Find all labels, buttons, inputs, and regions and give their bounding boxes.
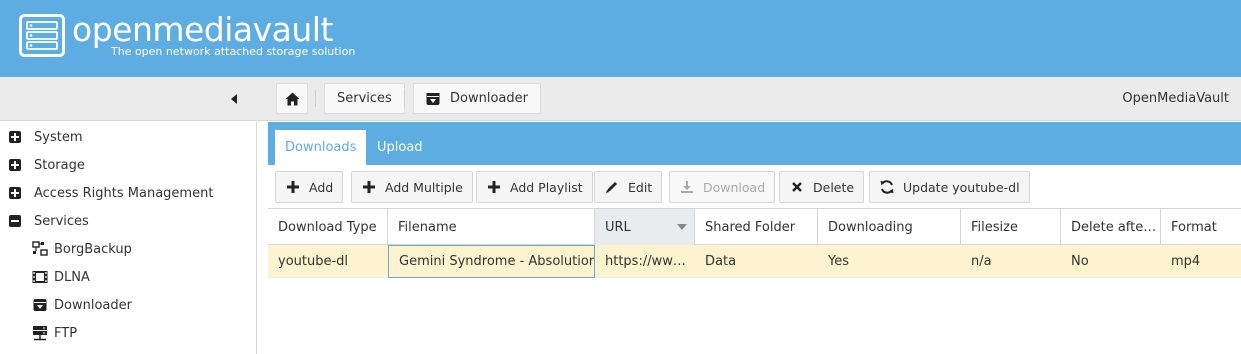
- add-playlist-button[interactable]: Add Playlist: [476, 171, 593, 203]
- download-button-label: Download: [703, 179, 766, 195]
- plus-icon: [486, 179, 502, 195]
- borgbackup-icon: [32, 241, 48, 257]
- openmediavault-logo-icon: [19, 14, 65, 57]
- table-cell: n/a: [971, 254, 992, 269]
- expand-icon: [9, 187, 21, 199]
- column-header-downloading[interactable]: Downloading: [818, 209, 961, 245]
- collapse-sidebar-button[interactable]: [224, 89, 244, 109]
- chevron-down-icon: [677, 224, 687, 230]
- plus-icon: [361, 179, 377, 195]
- delete-button[interactable]: Delete: [779, 171, 865, 203]
- column-header-shared-folder[interactable]: Shared Folder: [695, 209, 818, 245]
- caret-left-icon: [231, 94, 237, 104]
- column-header-download-type[interactable]: Download Type: [268, 209, 388, 245]
- breadcrumb-downloader[interactable]: Downloader: [413, 83, 541, 114]
- edit-button[interactable]: Edit: [594, 171, 663, 203]
- tab-upload-label: Upload: [377, 140, 423, 155]
- column-header-label: Filesize: [971, 219, 1018, 235]
- main-panel: Downloads Upload Add Add Multiple Add Pl…: [268, 122, 1241, 354]
- table-header: Download Type Filename URL Shared Folder…: [268, 209, 1241, 245]
- download-box-icon: [32, 297, 48, 313]
- table-cell: Yes: [828, 254, 849, 269]
- sidebar-item-label: Downloader: [54, 297, 132, 313]
- column-header-label: Shared Folder: [705, 219, 796, 235]
- sidebar-item-label: Services: [34, 213, 89, 229]
- tab-bar: Downloads Upload: [268, 122, 1241, 165]
- column-header-label: Filename: [398, 219, 457, 235]
- download-button[interactable]: Download: [669, 171, 776, 203]
- sidebar-item-label: BorgBackup: [54, 241, 132, 257]
- app-title: openmediavault: [72, 10, 333, 49]
- column-header-delete-after[interactable]: Delete afte…: [1061, 209, 1161, 245]
- table-cell: youtube-dl: [278, 254, 349, 269]
- sidebar-item-dlna[interactable]: DLNA: [0, 263, 256, 291]
- server-icon: [32, 325, 48, 341]
- sidebar-item-label: FTP: [54, 325, 78, 341]
- table-cell: mp4: [1171, 254, 1201, 269]
- sidebar-item-access-rights-management[interactable]: Access Rights Management: [0, 179, 256, 207]
- pencil-icon: [604, 179, 620, 195]
- add-multiple-button-label: Add Multiple: [385, 179, 463, 195]
- app-subtitle: The open network attached storage soluti…: [111, 45, 356, 58]
- download-icon: [679, 179, 695, 195]
- table-row[interactable]: youtube-dl Gemini Syndrome - Absolution …: [268, 245, 1241, 278]
- sidebar: System Storage Access Rights Management …: [0, 122, 257, 354]
- download-box-icon: [426, 92, 440, 105]
- breadcrumb-services-label: Services: [337, 91, 392, 106]
- add-multiple-button[interactable]: Add Multiple: [351, 171, 473, 203]
- close-icon: [789, 179, 805, 195]
- breadcrumb-services[interactable]: Services: [324, 83, 405, 114]
- refresh-icon: [879, 179, 895, 195]
- update-youtube-dl-button-label: Update youtube-dl: [903, 179, 1020, 195]
- sidebar-item-label: System: [34, 129, 83, 145]
- table-cell: No: [1071, 254, 1089, 269]
- collapse-icon: [9, 215, 21, 227]
- column-header-filesize[interactable]: Filesize: [961, 209, 1061, 245]
- edit-button-label: Edit: [628, 179, 653, 195]
- home-icon: [285, 92, 299, 105]
- update-youtube-dl-button[interactable]: Update youtube-dl: [869, 171, 1030, 203]
- column-header-filename[interactable]: Filename: [388, 209, 595, 245]
- plus-icon: [285, 179, 301, 195]
- add-button[interactable]: Add: [275, 171, 344, 203]
- sidebar-item-borgbackup[interactable]: BorgBackup: [0, 235, 256, 263]
- delete-button-label: Delete: [813, 179, 855, 195]
- column-header-label: Delete afte…: [1071, 219, 1157, 235]
- column-header-url[interactable]: URL: [595, 209, 695, 245]
- column-menu-trigger[interactable]: [670, 209, 694, 245]
- sidebar-item-system[interactable]: System: [0, 123, 256, 151]
- column-header-label: Downloading: [828, 219, 913, 235]
- column-header-format[interactable]: Format: [1161, 209, 1241, 245]
- add-button-label: Add: [309, 179, 334, 195]
- expand-icon: [9, 159, 21, 171]
- tab-upload[interactable]: Upload: [367, 130, 433, 165]
- expand-icon: [9, 131, 21, 143]
- column-header-label: URL: [605, 219, 631, 235]
- add-playlist-button-label: Add Playlist: [510, 179, 583, 195]
- sidebar-item-label: Access Rights Management: [34, 185, 214, 201]
- column-header-label: Format: [1171, 219, 1217, 235]
- tab-downloads[interactable]: Downloads: [275, 130, 367, 165]
- sidebar-item-ftp[interactable]: FTP: [0, 319, 256, 347]
- sidebar-item-storage[interactable]: Storage: [0, 151, 256, 179]
- hostname-label: OpenMediaVault: [1122, 91, 1229, 106]
- table-cell: Data: [705, 254, 737, 269]
- breadcrumb-separator: [315, 90, 316, 107]
- action-toolbar: Add Add Multiple Add Playlist Edit Downl…: [268, 165, 1241, 209]
- breadcrumb-separator: [404, 90, 405, 107]
- film-icon: [32, 269, 48, 285]
- column-header-label: Download Type: [278, 219, 377, 235]
- sidebar-item-label: Storage: [34, 157, 85, 173]
- sidebar-item-downloader[interactable]: Downloader: [0, 291, 256, 319]
- sidebar-item-services[interactable]: Services: [0, 207, 256, 235]
- breadcrumb-home-button[interactable]: [276, 83, 308, 114]
- table-cell: https://ww…: [605, 254, 686, 269]
- breadcrumb-downloader-label: Downloader: [450, 91, 528, 106]
- sidebar-item-label: DLNA: [54, 269, 90, 285]
- table-cell: Gemini Syndrome - Absolution: [388, 245, 595, 278]
- tab-downloads-label: Downloads: [285, 140, 357, 155]
- app-header: openmediavault The open network attached…: [0, 0, 1241, 77]
- navigation-bar: Services Downloader OpenMediaVault: [0, 77, 1241, 121]
